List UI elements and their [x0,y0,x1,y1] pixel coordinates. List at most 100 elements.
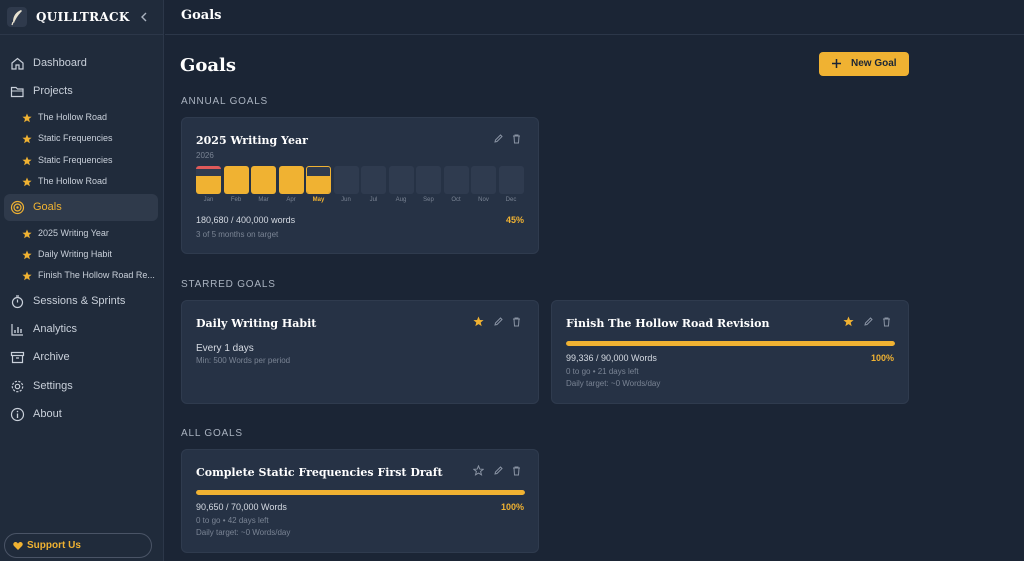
nav-settings[interactable]: Settings [4,373,158,400]
card-actions [493,133,523,145]
month-label: Jan [203,197,214,203]
project-item[interactable]: The Hollow Road [22,108,158,128]
bar-chart-icon [10,322,25,337]
home-icon [10,56,25,71]
nav-label: Sessions & Sprints [33,295,126,307]
topbar-title: Goals [181,8,222,23]
trash-icon[interactable] [511,316,522,327]
support-button[interactable]: Support Us [4,533,152,558]
section-all-goals: ALL GOALS [181,428,243,439]
nav-label: Settings [33,380,73,392]
section-annual-goals: ANNUAL GOALS [181,96,269,107]
star-filled-icon[interactable] [843,316,854,327]
collapse-sidebar-icon[interactable] [138,10,150,24]
star-icon [22,134,32,144]
sidebar: QUILLTRACK Dashboard Projects The Hollow… [0,0,164,561]
month-label: Dec [505,197,517,203]
goal-progress-bar [566,341,895,346]
goal-percent: 100% [500,502,524,512]
section-starred-goals: STARRED GOALS [181,279,276,290]
star-icon [22,250,32,260]
edit-icon[interactable] [863,316,874,327]
month-label: Nov [478,197,489,203]
edit-icon[interactable] [493,465,504,476]
month-bar [361,166,386,194]
edit-icon[interactable] [493,133,504,144]
project-item[interactable]: The Hollow Road [22,172,158,192]
new-goal-button[interactable]: New Goal [819,52,909,76]
nav-label: Archive [33,351,70,363]
month-bar [416,166,441,194]
star-icon [22,113,32,123]
month-bar [306,166,331,194]
goal-remaining: 0 to go • 21 days left [566,367,639,376]
goal-remaining: 0 to go • 42 days left [196,516,269,525]
trash-icon[interactable] [511,133,522,144]
starred-goal-card[interactable]: Daily Writing Habit Every 1 days Min: 50… [181,300,539,404]
folder-icon [10,84,25,99]
month-label: Jun [341,197,351,203]
star-icon [22,177,32,187]
star-icon [22,229,32,239]
month-label: Feb [230,197,242,203]
habit-frequency: Every 1 days [196,343,254,354]
goal-daily-target: Daily target: ~0 Words/day [566,379,661,388]
nav-label: About [33,408,62,420]
goal-year: 2026 [196,151,214,160]
star-filled-icon[interactable] [473,316,484,327]
annual-goal-card[interactable]: 2025 Writing Year 2026 Jan Feb Mar Apr May Ju… [181,117,539,254]
annual-progress-text: 180,680 / 400,000 words [196,215,296,225]
card-actions [843,316,893,328]
nav-label: Projects [33,85,73,97]
starred-goal-card[interactable]: Finish The Hollow Road Revision 99,336 /… [551,300,909,404]
timer-icon [10,294,25,309]
month-label: Sep [423,197,434,203]
goal-item[interactable]: 2025 Writing Year [22,224,158,244]
goal-progress-text: 90,650 / 70,000 Words [196,502,287,512]
goal-progress-text: 99,336 / 90,000 Words [566,353,657,363]
month-bar [196,166,221,194]
info-icon [10,407,25,422]
goal-progress-bar [196,490,525,495]
star-outline-icon[interactable] [473,465,484,476]
nav-archive[interactable]: Archive [4,344,158,371]
goal-daily-target: Daily target: ~0 Words/day [196,528,291,537]
trash-icon[interactable] [881,316,892,327]
nav-sessions[interactable]: Sessions & Sprints [4,288,158,315]
month-label: Jul [369,197,378,203]
goal-item[interactable]: Finish The Hollow Road Re... [22,266,158,286]
goal-label: Finish The Hollow Road Re... [38,270,155,280]
project-label: The Hollow Road [38,112,108,122]
project-item[interactable]: Static Frequencies [22,151,158,171]
project-item[interactable]: Static Frequencies [22,129,158,149]
goal-card[interactable]: Complete Static Frequencies First Draft … [181,449,539,553]
star-icon [22,271,32,281]
nav-analytics[interactable]: Analytics [4,316,158,343]
month-over-indicator [196,166,221,169]
new-goal-label: New Goal [851,58,897,69]
nav-label: Dashboard [33,57,87,69]
month-bar [498,166,524,194]
month-label: Oct [451,197,461,203]
brand-header: QUILLTRACK [0,0,164,35]
plus-icon [831,58,842,69]
month-fill [223,166,249,194]
month-fill [278,166,304,194]
month-label: Aug [395,197,407,203]
goal-title: Finish The Hollow Road Revision [566,317,770,330]
edit-icon[interactable] [493,316,504,327]
nav-goals[interactable]: Goals [4,194,158,221]
month-label: May [312,197,325,203]
gear-icon [10,379,25,394]
month-bar [443,166,469,194]
goal-item[interactable]: Daily Writing Habit [22,245,158,265]
months-on-target: 3 of 5 months on target [196,230,279,239]
project-label: The Hollow Road [38,176,108,186]
trash-icon[interactable] [511,465,522,476]
nav-about[interactable]: About [4,401,158,428]
month-bar [223,166,249,194]
nav-projects[interactable]: Projects [4,78,158,105]
monthly-progress-grid: Jan Feb Mar Apr May Jun Jul Aug Sep Oct Nov Dec [196,166,526,206]
card-actions [473,465,523,477]
nav-dashboard[interactable]: Dashboard [4,50,158,77]
